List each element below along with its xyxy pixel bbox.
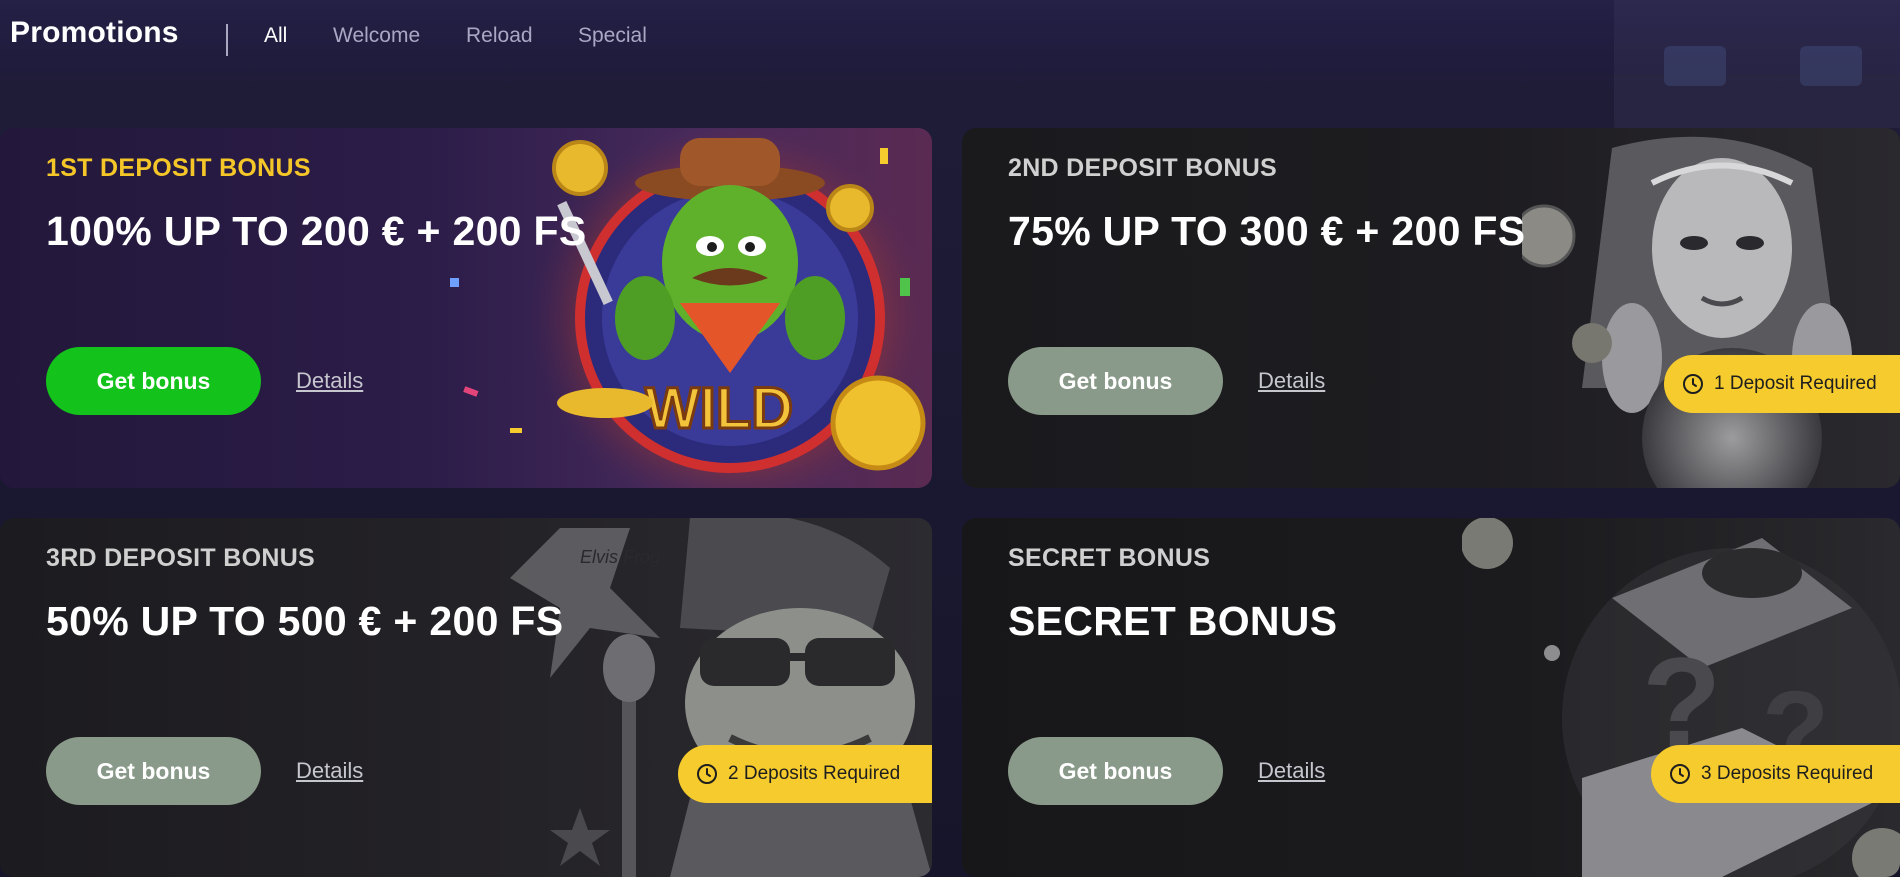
faded-icon — [1664, 46, 1726, 86]
promo-card-1st-deposit: WILD 1ST DEPOSIT BONUS 100% UP TO 200 € … — [0, 128, 932, 488]
elvis-frog-artwork: Elvis Frog — [510, 518, 932, 877]
header-divider — [226, 24, 228, 56]
get-bonus-button[interactable]: Get bonus — [1008, 737, 1223, 805]
fortune-teller-artwork — [1522, 136, 1852, 488]
bonus-headline: SECRET BONUS — [1008, 598, 1338, 644]
details-link[interactable]: Details — [1258, 758, 1325, 784]
badge-text: 2 Deposits Required — [728, 763, 901, 784]
bonus-headline: 100% UP TO 200 € + 200 FS — [46, 208, 587, 254]
get-bonus-button[interactable]: Get bonus — [1008, 347, 1223, 415]
clock-icon — [1670, 764, 1690, 784]
get-bonus-button[interactable]: Get bonus — [46, 737, 261, 805]
deposits-required-badge: 2 Deposits Required — [678, 745, 932, 803]
bonus-eyebrow: 1ST DEPOSIT BONUS — [46, 154, 311, 182]
bonus-eyebrow: 3RD DEPOSIT BONUS — [46, 544, 316, 572]
page-title: Promotions — [10, 16, 179, 49]
tab-all[interactable]: All — [264, 24, 287, 48]
elvis-frog-sign-text: Elvis Frog — [580, 547, 660, 567]
bonus-headline: 75% UP TO 300 € + 200 FS — [1008, 208, 1526, 254]
details-link[interactable]: Details — [296, 758, 363, 784]
details-link[interactable]: Details — [296, 368, 363, 394]
badge-text: 1 Deposit Required — [1714, 373, 1877, 394]
deposits-required-badge: 3 Deposits Required — [1651, 745, 1900, 803]
cactus-cowboy-wild-artwork: WILD — [450, 128, 930, 488]
faded-icon — [1800, 46, 1862, 86]
bonus-eyebrow: SECRET BONUS — [1008, 544, 1211, 572]
mystery-gift-box-artwork: ? ? ? — [1462, 518, 1900, 877]
tab-welcome[interactable]: Welcome — [333, 24, 420, 48]
clock-icon — [697, 764, 717, 784]
background-overlay-panel — [1614, 0, 1900, 128]
promo-card-3rd-deposit: Elvis Frog 3RD DEPOSIT BONUS 50% UP TO 5… — [0, 518, 932, 877]
clock-icon — [1683, 374, 1703, 394]
badge-text: 3 Deposits Required — [1701, 763, 1874, 784]
bonus-headline: 50% UP TO 500 € + 200 FS — [46, 598, 564, 644]
deposits-required-badge: 1 Deposit Required — [1664, 355, 1900, 413]
bonus-eyebrow: 2ND DEPOSIT BONUS — [1008, 154, 1278, 182]
tab-reload[interactable]: Reload — [466, 24, 533, 48]
details-link[interactable]: Details — [1258, 368, 1325, 394]
promo-card-2nd-deposit: 2ND DEPOSIT BONUS 75% UP TO 300 € + 200 … — [962, 128, 1900, 488]
get-bonus-button[interactable]: Get bonus — [46, 347, 261, 415]
tab-special[interactable]: Special — [578, 24, 647, 48]
promo-card-secret: ? ? ? SECRET BONUS SECRET BONUS Get bonu… — [962, 518, 1900, 877]
wild-logo-text: WILD — [645, 376, 793, 441]
